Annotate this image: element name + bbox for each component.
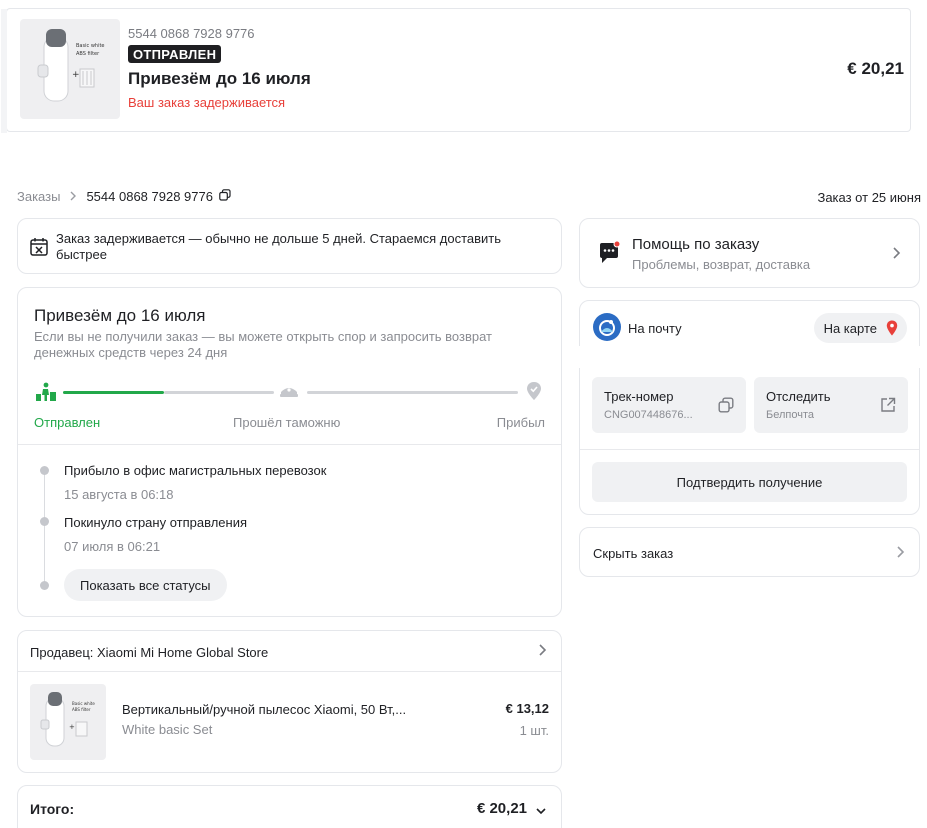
- product-quantity: 1 шт.: [519, 723, 549, 738]
- chevron-right-icon: [891, 246, 901, 265]
- stage-sent: Отправлен: [34, 415, 101, 430]
- delivery-title: Привезём до 16 июля: [128, 69, 311, 88]
- chevron-right-icon: [895, 545, 905, 564]
- total-value: € 20,21: [476, 800, 527, 817]
- map-pin-icon: [886, 320, 898, 339]
- copy-icon[interactable]: [219, 189, 231, 204]
- event-title: Прибыло в офис магистральных перевозок: [64, 463, 327, 478]
- svg-text:ABS filter: ABS filter: [76, 51, 100, 57]
- product-thumbnail: + Basic white ABS filter: [20, 19, 120, 119]
- order-number: 5544 0868 7928 9776: [128, 26, 255, 41]
- breadcrumb-orders-link[interactable]: Заказы: [17, 189, 60, 204]
- product-price: € 13,12: [505, 701, 549, 716]
- divider: [18, 671, 561, 672]
- progress-line-pending-2: [307, 391, 518, 394]
- timeline-dot: [40, 466, 49, 475]
- order-date: Заказ от 25 июня: [817, 190, 921, 205]
- product-name[interactable]: Вертикальный/ручной пылесос Xiaomi, 50 В…: [122, 702, 406, 717]
- belpost-logo-icon: [593, 313, 621, 341]
- total-panel[interactable]: Итого: € 20,21: [17, 785, 562, 828]
- progress-line-pending-1: [164, 391, 274, 394]
- product-thumbnail[interactable]: + Basic white ABS filter: [30, 684, 106, 760]
- seller-panel: Продавец: Xiaomi Mi Home Global Store + …: [17, 630, 562, 773]
- stage-arrived: Прибыл: [496, 415, 545, 430]
- track-number-tile[interactable]: Трек-номер CNG007448676...: [592, 377, 746, 433]
- order-summary-card[interactable]: + Basic white ABS filter 5544 0868 7928 …: [1, 8, 911, 133]
- timeline-dot: [40, 517, 49, 526]
- breadcrumb: Заказы 5544 0868 7928 9776: [17, 189, 231, 204]
- event-title: Покинуло страну отправления: [64, 515, 247, 530]
- svg-text:Basic white: Basic white: [76, 43, 105, 49]
- location-pin-icon: [526, 381, 542, 406]
- tracking-title: Привезём до 16 июля: [34, 306, 206, 325]
- chevron-right-icon: [69, 189, 77, 204]
- tracking-panel: Привезём до 16 июля Если вы не получили …: [17, 287, 562, 617]
- card-edge: [1, 9, 7, 133]
- svg-text:Basic white: Basic white: [72, 701, 95, 706]
- follow-tile[interactable]: Отследить Белпочта: [754, 377, 908, 433]
- show-on-map-button[interactable]: На карте: [813, 313, 907, 343]
- confirm-receipt-button[interactable]: Подтвердить получение: [592, 462, 907, 502]
- hide-order-label: Скрыть заказ: [593, 546, 674, 561]
- event-date: 07 июля в 06:21: [64, 539, 161, 554]
- delivery-panel: На почту На карте Трек-номер CNG00744867…: [579, 300, 920, 515]
- delay-text: Ваш заказ задерживается: [128, 95, 286, 110]
- chat-icon: [598, 240, 622, 270]
- progress-line-done: [63, 391, 164, 394]
- order-help-card[interactable]: Помощь по заказу Проблемы, возврат, дост…: [579, 218, 920, 288]
- map-button-label: На карте: [823, 320, 877, 336]
- total-label: Итого:: [30, 801, 75, 817]
- show-all-statuses-button[interactable]: Показать все статусы: [64, 569, 227, 601]
- help-title: Помощь по заказу: [632, 236, 760, 253]
- breadcrumb-order-number: 5544 0868 7928 9776: [86, 189, 213, 204]
- svg-text:+: +: [69, 723, 75, 731]
- track-number-title: Трек-номер: [604, 389, 674, 404]
- help-subtitle: Проблемы, возврат, доставка: [632, 257, 811, 272]
- chevron-down-icon[interactable]: [535, 803, 547, 821]
- chevron-right-icon[interactable]: [537, 643, 547, 662]
- order-price: € 20,21: [847, 59, 904, 78]
- stage-customs: Прошёл таможню: [233, 415, 341, 430]
- delay-notice: Заказ задерживается — обычно не дольше 5…: [17, 218, 562, 274]
- copy-icon[interactable]: [718, 397, 734, 418]
- external-link-icon[interactable]: [880, 397, 896, 418]
- follow-title: Отследить: [766, 389, 831, 404]
- person-parcel-icon: [35, 382, 57, 407]
- breadcrumb-order: 5544 0868 7928 9776: [86, 189, 231, 204]
- timeline-dot: [40, 581, 49, 590]
- track-number-value: CNG007448676...: [604, 409, 693, 421]
- delivery-method: На почту: [628, 321, 682, 336]
- status-badge: ОТПРАВЛЕН: [128, 45, 222, 63]
- delay-notice-text: Заказ задерживается — обычно не дольше 5…: [56, 231, 502, 262]
- hide-order-row[interactable]: Скрыть заказ: [579, 527, 920, 577]
- product-variant: White basic Set: [122, 722, 213, 737]
- seller-link[interactable]: Продавец: Xiaomi Mi Home Global Store: [30, 645, 268, 660]
- svg-text:ABS filter: ABS filter: [72, 707, 91, 712]
- calendar-cross-icon: [30, 237, 48, 261]
- panel-gap: [579, 346, 920, 368]
- timeline-line: [44, 474, 45, 586]
- tracking-description: Если вы не получили заказ — вы можете от…: [34, 329, 493, 360]
- follow-value: Белпочта: [766, 409, 814, 421]
- divider: [18, 444, 561, 445]
- customs-icon: [279, 384, 299, 405]
- event-date: 15 августа в 06:18: [64, 487, 174, 502]
- svg-text:+: +: [72, 70, 80, 80]
- divider: [580, 449, 919, 450]
